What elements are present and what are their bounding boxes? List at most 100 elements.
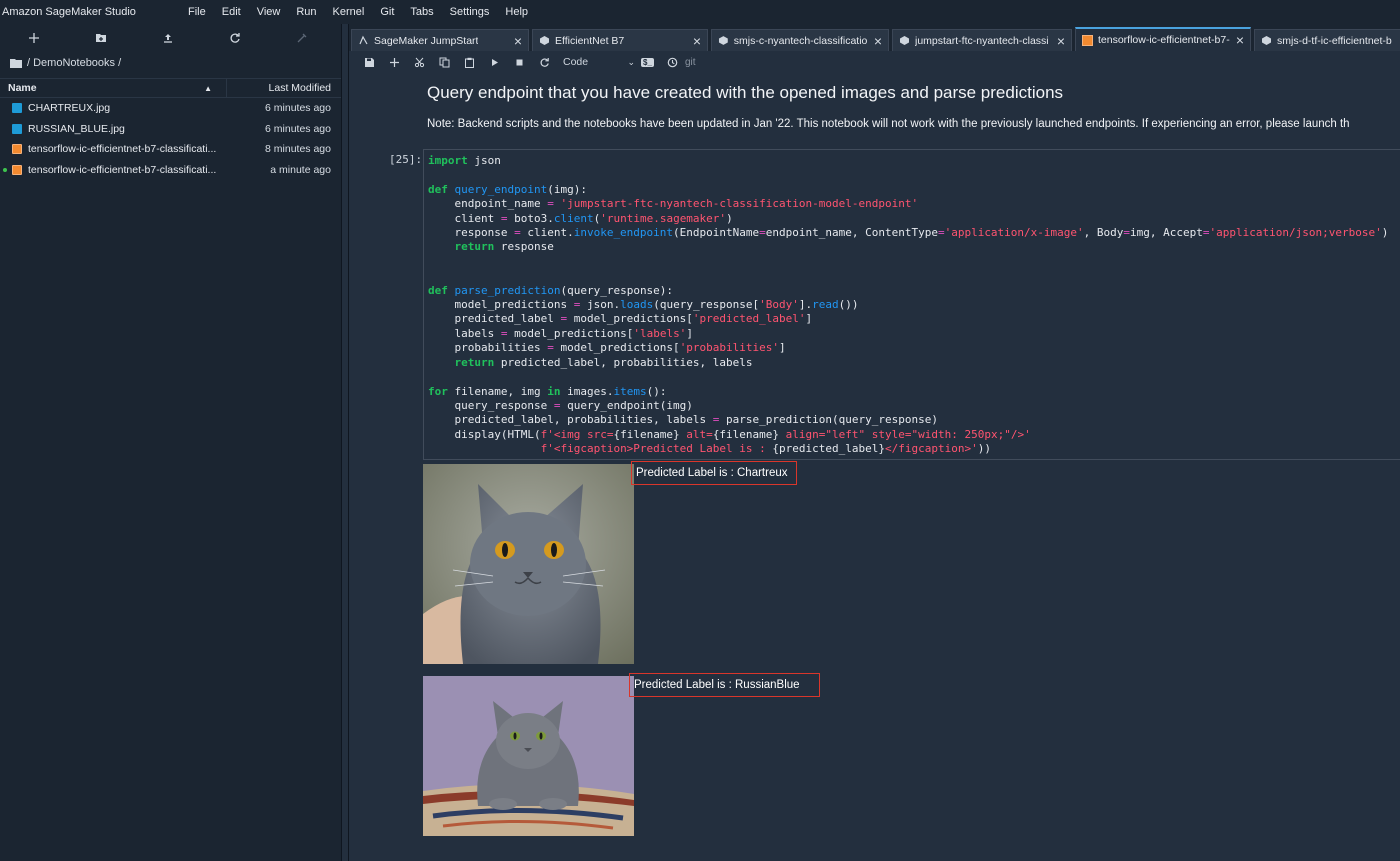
play-icon xyxy=(492,58,498,66)
app-title: Amazon SageMaker Studio xyxy=(2,6,136,18)
file-row[interactable]: RUSSIAN_BLUE.jpg 6 minutes ago xyxy=(0,119,341,140)
prediction-caption: Predicted Label is : RussianBlue xyxy=(629,673,820,697)
copy-icon xyxy=(439,57,450,67)
cell-prompt: [25]: xyxy=(389,153,423,166)
tab-tensorflow-ic-efficientnet[interactable]: tensorflow-ic-efficientnet-b7- × xyxy=(1075,27,1251,51)
breadcrumb[interactable]: / DemoNotebooks / xyxy=(0,52,341,74)
git-clone-icon xyxy=(297,33,306,43)
model-cube-icon xyxy=(900,36,909,45)
plus-icon xyxy=(28,33,39,43)
insert-cell-button[interactable] xyxy=(382,57,407,68)
tab-jumpstart-ftc-nyantech[interactable]: jumpstart-ftc-nyantech-classi × xyxy=(892,29,1072,51)
markdown-note: Note: Backend scripts and the notebooks … xyxy=(427,118,1350,130)
file-row[interactable]: CHARTREUX.jpg 6 minutes ago xyxy=(0,98,341,119)
close-icon[interactable]: × xyxy=(1051,34,1065,48)
cell-type-select[interactable]: Code ⌄ xyxy=(563,56,635,68)
refresh-icon xyxy=(230,33,240,43)
paste-button[interactable] xyxy=(457,57,482,68)
save-button[interactable] xyxy=(357,57,382,68)
menu-git[interactable]: Git xyxy=(372,6,402,18)
file-modified: 8 minutes ago xyxy=(265,143,331,156)
image-file-icon xyxy=(12,123,22,134)
scissors-icon xyxy=(414,57,425,67)
menu-help[interactable]: Help xyxy=(497,6,536,18)
menu-file[interactable]: File xyxy=(180,6,214,18)
file-row[interactable]: tensorflow-ic-efficientnet-b7-classifica… xyxy=(0,160,341,181)
cut-button[interactable] xyxy=(407,57,432,68)
prediction-caption: Predicted Label is : Chartreux xyxy=(631,461,797,485)
terminal-button[interactable]: $_ xyxy=(635,57,660,67)
stop-icon xyxy=(516,59,523,65)
notebook-file-icon xyxy=(12,144,22,155)
column-modified-header[interactable]: Last Modified xyxy=(227,82,341,94)
notebook-content: Query endpoint that you have created wit… xyxy=(349,73,1400,861)
markdown-heading: Query endpoint that you have created wit… xyxy=(427,83,1064,102)
folder-icon xyxy=(10,58,22,68)
file-browser: / DemoNotebooks / Name ▲ Last Modified C… xyxy=(0,24,342,861)
main-area: SageMaker JumpStart × EfficientNet B7 × … xyxy=(348,24,1400,861)
save-icon xyxy=(365,57,374,67)
tab-smjs-c-nyantech[interactable]: smjs-c-nyantech-classificatior × xyxy=(711,29,889,51)
git-label[interactable]: git xyxy=(685,57,696,68)
notebook-file-icon xyxy=(12,164,22,175)
file-browser-toolbar xyxy=(0,24,341,52)
new-folder-button[interactable] xyxy=(67,24,134,52)
file-name: RUSSIAN_BLUE.jpg xyxy=(28,122,125,135)
menu-run[interactable]: Run xyxy=(288,6,324,18)
copy-button[interactable] xyxy=(432,57,457,68)
file-row[interactable]: tensorflow-ic-efficientnet-b7-classifica… xyxy=(0,139,341,160)
model-cube-icon xyxy=(540,36,549,45)
running-indicator-icon xyxy=(3,167,7,172)
git-clone-button[interactable] xyxy=(268,24,335,52)
menu-view[interactable]: View xyxy=(249,6,289,18)
tab-efficientnet-b7[interactable]: EfficientNet B7 × xyxy=(532,29,708,51)
stop-button[interactable] xyxy=(507,57,532,68)
clock-button[interactable] xyxy=(660,57,685,68)
refresh-icon xyxy=(540,57,549,67)
jumpstart-icon xyxy=(359,35,368,45)
file-modified: 6 minutes ago xyxy=(265,122,331,135)
tab-sagemaker-jumpstart[interactable]: SageMaker JumpStart × xyxy=(351,29,529,51)
close-icon[interactable]: × xyxy=(508,34,522,48)
notebook-icon xyxy=(1082,34,1093,46)
upload-button[interactable] xyxy=(134,24,201,52)
terminal-icon: $_ xyxy=(641,57,654,67)
clock-icon xyxy=(667,57,678,67)
file-name: tensorflow-ic-efficientnet-b7-classifica… xyxy=(28,163,217,176)
close-icon[interactable]: × xyxy=(1230,33,1244,47)
new-folder-icon xyxy=(95,34,106,42)
close-icon[interactable]: × xyxy=(868,34,882,48)
menu-settings[interactable]: Settings xyxy=(442,6,498,18)
plus-icon xyxy=(390,57,399,67)
upload-icon xyxy=(163,34,172,43)
close-icon[interactable]: × xyxy=(687,34,701,48)
paste-icon xyxy=(465,57,474,68)
file-list-header: Name ▲ Last Modified xyxy=(0,78,341,98)
sort-ascending-icon: ▲ xyxy=(204,83,212,93)
model-cube-icon xyxy=(718,36,728,45)
file-modified: 6 minutes ago xyxy=(265,102,331,115)
code-cell[interactable]: import json def query_endpoint(img): end… xyxy=(423,149,1400,460)
menu-tabs[interactable]: Tabs xyxy=(402,6,441,18)
run-button[interactable] xyxy=(482,57,507,68)
file-modified: a minute ago xyxy=(270,163,331,176)
menu-bar: Amazon SageMaker Studio File Edit View R… xyxy=(0,0,1400,24)
column-name-header[interactable]: Name ▲ xyxy=(0,78,227,98)
notebook-toolbar: Code ⌄ $_ git xyxy=(349,51,1400,73)
image-file-icon xyxy=(12,103,22,114)
model-cube-icon xyxy=(1262,36,1271,45)
file-name: tensorflow-ic-efficientnet-b7-classifica… xyxy=(28,143,217,156)
restart-kernel-button[interactable] xyxy=(532,57,557,68)
tab-bar: SageMaker JumpStart × EfficientNet B7 × … xyxy=(349,24,1400,51)
breadcrumb-path: / DemoNotebooks / xyxy=(27,57,122,69)
menu-kernel[interactable]: Kernel xyxy=(325,6,373,18)
menu-edit[interactable]: Edit xyxy=(214,6,249,18)
chartreux-cat-image xyxy=(423,464,634,664)
refresh-button[interactable] xyxy=(201,24,268,52)
file-name: CHARTREUX.jpg xyxy=(28,102,111,115)
tab-smjs-d-tf-ic[interactable]: smjs-d-tf-ic-efficientnet-b xyxy=(1254,29,1400,51)
chevron-down-icon: ⌄ xyxy=(627,56,635,67)
russian-blue-cat-image xyxy=(423,676,634,836)
code-editor[interactable]: import json def query_endpoint(img): end… xyxy=(424,150,1400,461)
new-launcher-button[interactable] xyxy=(0,24,67,52)
